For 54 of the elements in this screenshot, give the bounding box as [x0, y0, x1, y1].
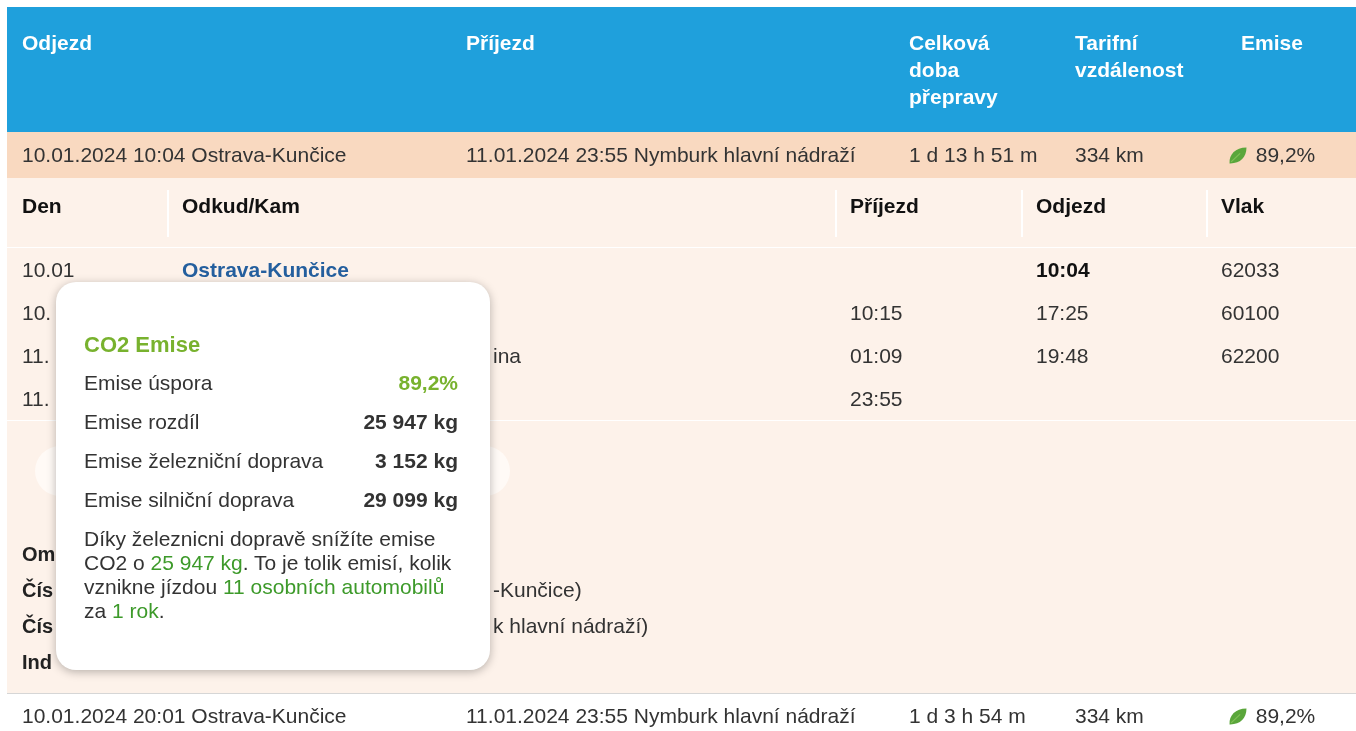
table-cell: 17:25 [1036, 300, 1089, 324]
table-cell: ina [493, 343, 522, 367]
table-cell: 60100 [1221, 300, 1280, 324]
table-cell: 10:04 [1036, 257, 1090, 281]
emission-value: 25 947 kg [363, 409, 458, 434]
info-label: Čís [22, 615, 54, 637]
table-cell: 10:15 [850, 300, 903, 324]
column-header: Odjezd [21, 30, 93, 56]
column-header: Tarifní vzdálenost [1074, 30, 1185, 83]
table-cell: 10. [22, 300, 52, 324]
info-label: Ind [22, 651, 52, 673]
column-header: Vlak [1221, 194, 1265, 217]
table-cell: 10.01.2024 20:01 Ostrava-Kunčice [22, 704, 347, 727]
info-label: Čís [22, 579, 54, 601]
info-value: k hlavní nádraží) [493, 614, 649, 638]
emission-value: 89,2% [398, 370, 458, 395]
station-link[interactable]: Ostrava-Kunčice [182, 257, 349, 281]
column-header: Emise [1240, 30, 1304, 56]
emission-note: Díky železnicni dopravě snížíte emise CO2 o 25 947 kg. To je tolik emisí, kolik vznikne jízdou 11 osobních automobilů za 1 rok. [84, 527, 453, 623]
table-cell: 10.01 [22, 257, 75, 281]
emission-label: Emise rozdíl [84, 409, 200, 434]
table-cell: 62200 [1221, 343, 1280, 367]
table-cell: 334 km [1075, 704, 1144, 727]
emission-value: 29 099 kg [363, 487, 458, 512]
info-value: -Kunčice) [493, 578, 582, 602]
table-cell: 62033 [1221, 257, 1280, 281]
column-header: Odkud/Kam [182, 194, 300, 217]
table-row[interactable]: 10.01.2024 10:04 Ostrava-Kunčice 11.01.2024 23:55 Nymburk hlavní nádraží 1 d 13 h 51 m 334 km 89,2% [7, 132, 1356, 178]
emission-value: 3 152 kg [375, 448, 458, 473]
table-cell: 11.01.2024 23:55 Nymburk hlavní nádraží [466, 143, 856, 166]
table-cell: 01:09 [850, 343, 903, 367]
column-header: Den [22, 194, 62, 217]
table-cell: 89,2% [1255, 704, 1316, 728]
column-header: Příjezd [465, 30, 536, 56]
table-cell: 10.01.2024 10:04 Ostrava-Kunčice [22, 143, 347, 166]
table-cell: 1 d 3 h 54 m [909, 704, 1026, 727]
emission-label: Emise úspora [84, 370, 213, 395]
table-cell: 11. [22, 386, 50, 410]
info-label: Om [22, 543, 56, 565]
leaf-icon [1228, 707, 1247, 725]
table-cell: 23:55 [850, 386, 903, 410]
column-header: Příjezd [850, 194, 919, 217]
emission-label: Emise silniční doprava [84, 487, 295, 512]
leaf-icon [1228, 146, 1247, 164]
table-cell: 11.01.2024 23:55 Nymburk hlavní nádraží [466, 704, 856, 727]
column-header: Odjezd [1036, 194, 1106, 217]
emission-label: Emise železniční doprava [84, 448, 324, 473]
column-header: Celková doba přepravy [908, 30, 999, 110]
popup-title: CO2 Emise [84, 332, 201, 358]
table-cell: 1 d 13 h 51 m [909, 143, 1038, 166]
table-cell: 19:48 [1036, 343, 1089, 367]
table-cell: 334 km [1075, 143, 1144, 166]
table-cell: 89,2% [1255, 143, 1316, 167]
table-cell: 11. [22, 343, 50, 367]
